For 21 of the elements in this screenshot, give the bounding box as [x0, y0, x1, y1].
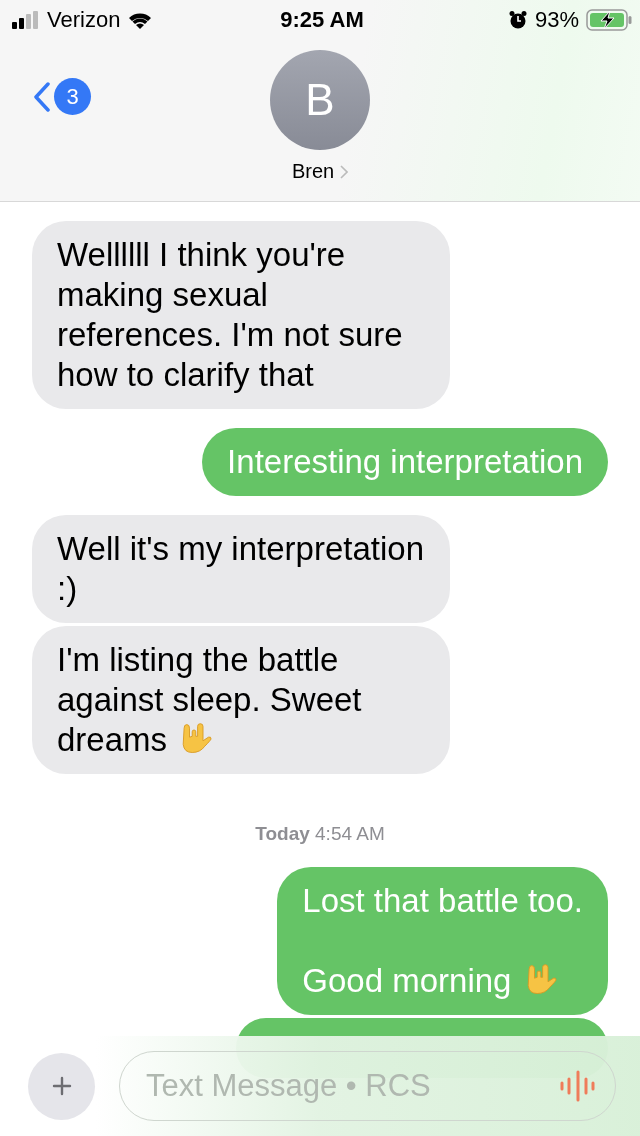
received-message-bubble: Wellllll I think you're making sexual references. I'm not sure how to clarify that [32, 221, 450, 409]
battery-percent: 93% [534, 7, 579, 33]
carrier-name: Verizon [47, 7, 121, 33]
contact-name[interactable]: Bren [291, 160, 335, 183]
message-input-field[interactable]: Text Message • RCS [119, 1051, 616, 1121]
alarm-clock-icon [507, 10, 528, 30]
back-chevron-icon [34, 81, 50, 112]
plus-icon [51, 1076, 72, 1096]
status-time: 9:25 AM [280, 7, 364, 33]
audio-waveform-icon[interactable] [560, 1070, 596, 1102]
sent-message-bubble: Interesting interpretation [202, 428, 608, 496]
back-button[interactable]: 3 [34, 78, 91, 115]
battery-icon [586, 9, 632, 31]
received-message-bubble: Well it's my interpretation :) [32, 515, 450, 623]
sent-message-bubble: Lost that battle too. Good morning [277, 867, 608, 1015]
contact-avatar[interactable]: B [270, 50, 370, 150]
received-message-bubble: I'm listing the battle against sleep. Sweet dreams [32, 626, 450, 774]
unread-count-badge: 3 [54, 78, 91, 115]
signal-icon [12, 11, 40, 29]
timestamp: Today 4:54 AM [254, 823, 386, 845]
chevron-right-icon [340, 164, 349, 179]
